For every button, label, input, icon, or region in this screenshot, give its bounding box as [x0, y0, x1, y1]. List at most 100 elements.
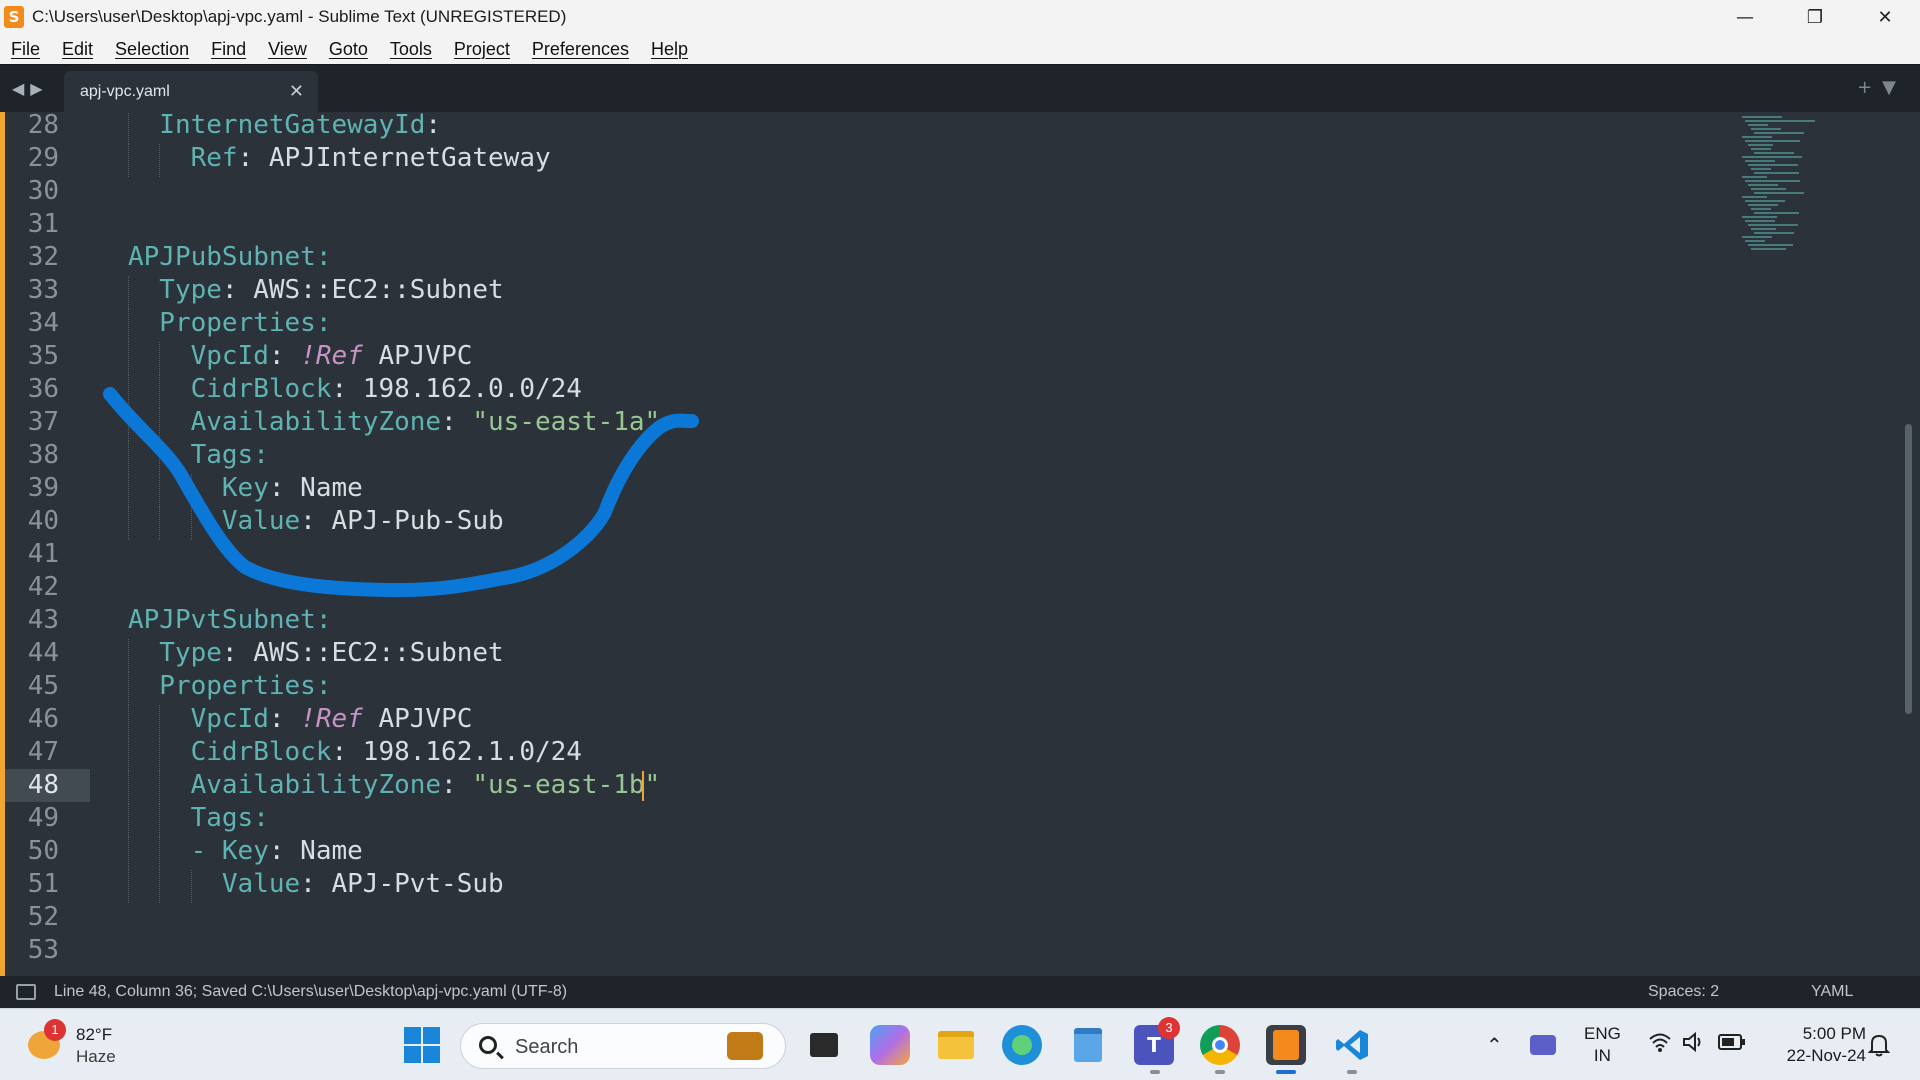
indent-guide [159, 738, 161, 771]
battery-icon[interactable] [1718, 1033, 1746, 1056]
scrollbar-thumb[interactable] [1905, 424, 1912, 714]
code-line[interactable]: AvailabilityZone: "us-east-1b" [191, 769, 661, 802]
vertical-scrollbar[interactable] [1905, 122, 1912, 972]
code-token: Ref [190, 143, 238, 173]
line-number: 49 [27, 803, 59, 833]
code-line[interactable]: - Key: Name [191, 835, 363, 868]
code-token: Type [159, 275, 222, 305]
teams-icon[interactable]: T 3 [1134, 1017, 1180, 1065]
code-line[interactable]: Key: Name [222, 472, 363, 505]
file-explorer-icon[interactable] [936, 1025, 976, 1065]
code-line[interactable]: VpcId: !Ref APJVPC [191, 340, 473, 373]
minimap-line [1745, 200, 1785, 202]
windows-start-icon[interactable] [402, 1025, 442, 1065]
line-number: 32 [27, 242, 59, 272]
minimap[interactable] [1742, 116, 1842, 266]
chrome-icon[interactable] [1200, 1025, 1240, 1065]
code-line[interactable]: InternetGatewayId: [159, 112, 441, 142]
menu-goto[interactable]: Goto [329, 39, 368, 60]
copilot-icon[interactable] [870, 1025, 910, 1065]
line-number: 28 [27, 112, 59, 140]
editor-area[interactable]: 28 29 30 31 32 33 34 35 36 37 38 39 40 41 42 43 44 45 46 47… [0, 112, 1920, 976]
minimap-line [1748, 144, 1773, 146]
tab-new-and-list-icons[interactable]: +▼ [1857, 77, 1906, 98]
indent-guide [159, 507, 161, 540]
volume-icon[interactable] [1682, 1031, 1706, 1058]
code-line[interactable]: Type: AWS::EC2::Subnet [159, 637, 503, 670]
code-token: AvailabilityZone [190, 407, 442, 437]
sublime-text-taskbar-icon[interactable] [1266, 1025, 1306, 1065]
indent-guide [128, 144, 129, 177]
code-line[interactable]: VpcId: !Ref APJVPC [191, 703, 473, 736]
sidebar-toggle-icon[interactable] [16, 984, 36, 1000]
menu-file[interactable]: File [11, 39, 40, 60]
minimap-line [1754, 232, 1794, 234]
code-line[interactable]: Tags: [191, 802, 269, 835]
vscode-logo-icon [1336, 1030, 1368, 1060]
code-line[interactable]: Value: APJ-Pub-Sub [222, 505, 504, 538]
line-number: 35 [27, 341, 59, 371]
code-token: : [315, 242, 332, 272]
line-number: 34 [27, 308, 59, 338]
indent-guide [159, 441, 161, 474]
code-line[interactable]: Properties: [159, 307, 331, 340]
tab-nav-arrows-icon[interactable]: ◀▶ [12, 79, 49, 98]
chrome-running-indicator [1215, 1070, 1225, 1074]
indent-guide [128, 342, 129, 375]
taskbar-search[interactable]: Search [460, 1023, 786, 1069]
menu-tools[interactable]: Tools [390, 39, 432, 60]
task-view-icon[interactable] [804, 1025, 844, 1065]
code-line[interactable]: CidrBlock: 198.162.0.0/24 [191, 373, 582, 406]
code-line[interactable]: CidrBlock: 198.162.1.0/24 [191, 736, 582, 769]
weather-widget[interactable]: 1 82°F Haze [28, 1019, 168, 1069]
bell-glyph-icon [1867, 1034, 1891, 1057]
tab-apj-vpc-yaml[interactable]: apj-vpc.yaml ✕ [64, 71, 318, 113]
code-token: VpcId [190, 341, 269, 371]
teams-tray-icon[interactable] [1530, 1035, 1556, 1055]
minimize-button[interactable]: — [1710, 0, 1780, 34]
taskbar-clock[interactable]: 5:00 PM 22-Nov-24 [1766, 1023, 1866, 1067]
menu-selection[interactable]: Selection [115, 39, 189, 60]
menu-project[interactable]: Project [454, 39, 510, 60]
show-hidden-icons-chevron-icon[interactable]: ⌃ [1486, 1033, 1503, 1057]
status-syntax[interactable]: YAML [1811, 983, 1853, 1001]
maximize-button[interactable]: ❐ [1780, 0, 1850, 34]
code-line[interactable]: APJPvtSubnet: [128, 604, 332, 637]
tab-close-icon[interactable]: ✕ [289, 81, 304, 102]
wifi-icon[interactable] [1648, 1031, 1672, 1058]
notification-bell-icon[interactable] [1867, 1033, 1891, 1062]
indent-guide [128, 507, 129, 540]
code-token: Properties [159, 308, 316, 338]
code-line[interactable]: APJPubSubnet: [128, 241, 332, 274]
code-token: Value [221, 506, 301, 536]
vscode-icon[interactable] [1332, 1025, 1372, 1065]
code-line[interactable]: Type: AWS::EC2::Subnet [159, 274, 503, 307]
close-button[interactable]: ✕ [1850, 0, 1920, 34]
code-line[interactable]: Tags: [191, 439, 269, 472]
code-line[interactable]: Value: APJ-Pvt-Sub [222, 868, 504, 901]
indent-guide [128, 408, 129, 441]
teams-running-indicator [1150, 1070, 1160, 1074]
code-token: "us-east-1a" [472, 407, 661, 437]
line-number: 53 [27, 935, 59, 965]
menu-edit[interactable]: Edit [62, 39, 93, 60]
code-token: : AWS::EC2::Subnet [221, 638, 504, 668]
code-line[interactable]: Properties: [159, 670, 331, 703]
minimap-line [1751, 208, 1771, 210]
indent-guide [128, 771, 129, 804]
code-line[interactable]: Ref: APJInternetGateway [191, 142, 551, 175]
minimap-line [1742, 176, 1767, 178]
edge-browser-icon[interactable] [1002, 1025, 1042, 1065]
menu-preferences[interactable]: Preferences [532, 39, 629, 60]
minimap-line [1751, 128, 1781, 130]
code-line[interactable]: AvailabilityZone: "us-east-1a" [191, 406, 661, 439]
menu-find[interactable]: Find [211, 39, 246, 60]
notepad-icon[interactable] [1068, 1025, 1108, 1065]
status-indentation[interactable]: Spaces: 2 [1648, 983, 1719, 1001]
menu-help[interactable]: Help [651, 39, 688, 60]
input-language-indicator[interactable]: ENG IN [1584, 1023, 1621, 1067]
indent-guide [128, 705, 129, 738]
menu-view[interactable]: View [268, 39, 307, 60]
line-number-gutter: 28 29 30 31 32 33 34 35 36 37 38 39 40 41 42 43 44 45 46 47… [5, 112, 90, 976]
indent-guide [190, 474, 192, 507]
